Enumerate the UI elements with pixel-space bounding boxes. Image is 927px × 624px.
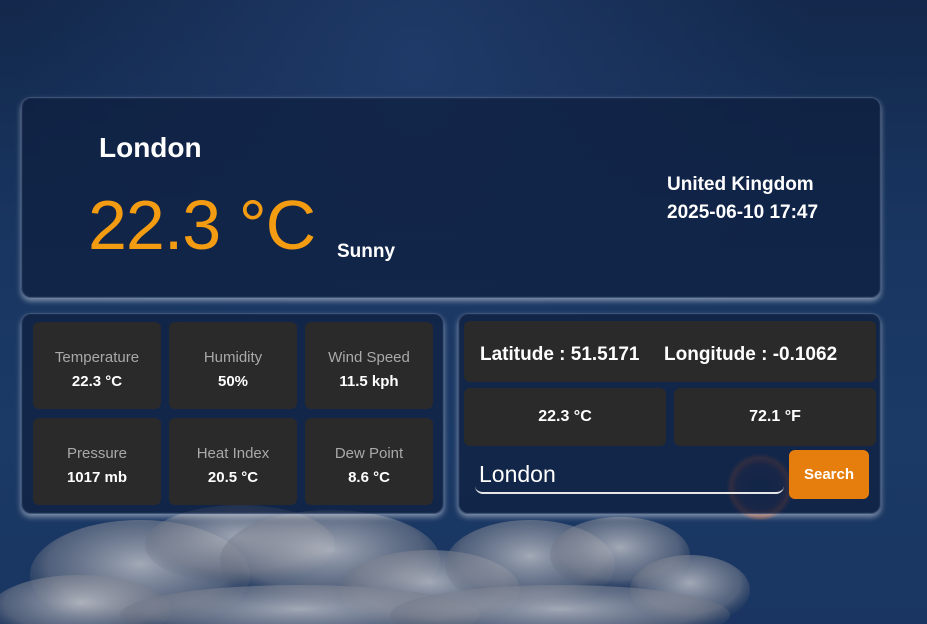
stat-tile-temperature: Temperature 22.3 °C [33,322,161,409]
stat-value: 22.3 °C [71,373,123,390]
city-search-input[interactable] [475,455,784,494]
stat-tile-heat-index: Heat Index 20.5 °C [169,418,297,505]
latitude: Latitude : 51.5171 [480,344,640,365]
country-name: United Kingdom [667,174,814,195]
current-weather-card: London 22.3 °C Sunny United Kingdom 2025… [21,97,881,298]
location-search-card: Latitude : 51.5171 Longitude : -0.1062 2… [458,313,881,514]
coordinates-bar: Latitude : 51.5171 Longitude : -0.1062 [464,321,876,382]
stat-label: Dew Point [334,445,404,462]
weather-condition: Sunny [337,241,396,262]
stat-value: 20.5 °C [207,469,259,486]
stat-tile-dew-point: Dew Point 8.6 °C [305,418,433,505]
current-temperature: 22.3 °C [88,186,316,264]
weather-stats-card: Temperature 22.3 °C Humidity 50% Wind Sp… [21,313,444,514]
stat-label: Wind Speed [328,349,410,366]
stat-tile-pressure: Pressure 1017 mb [33,418,161,505]
temperature-celsius: 22.3 °C [464,388,666,446]
stat-value: 11.5 kph [339,373,399,390]
stat-value: 50% [217,373,249,390]
longitude: Longitude : -0.1062 [664,344,838,365]
stat-label: Temperature [54,349,140,366]
search-button[interactable]: Search [789,450,869,499]
stat-label: Humidity [203,349,263,366]
temperature-fahrenheit: 72.1 °F [674,388,876,446]
stat-label: Pressure [66,445,128,462]
stat-tile-humidity: Humidity 50% [169,322,297,409]
stat-label: Heat Index [196,445,270,462]
background-clouds [0,453,794,624]
local-time: 2025-06-10 17:47 [667,202,819,223]
city-name: London [99,132,202,163]
stat-value: 8.6 °C [348,469,390,486]
stat-value: 1017 mb [66,469,128,486]
stat-tile-wind-speed: Wind Speed 11.5 kph [305,322,433,409]
